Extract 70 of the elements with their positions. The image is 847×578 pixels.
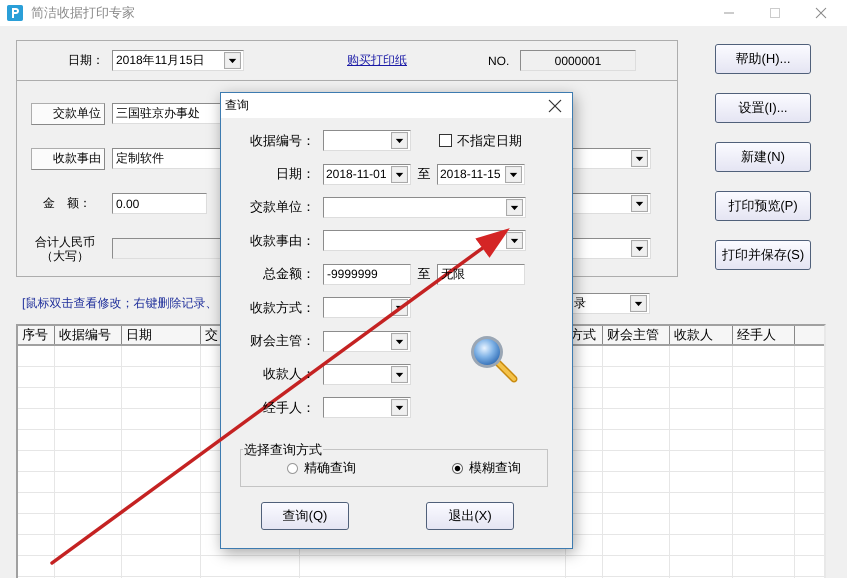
amount-label: 金 额：: [42, 195, 92, 212]
radio-button[interactable]: [287, 462, 298, 474]
field-label: 收款事由：: [249, 232, 316, 250]
column-header[interactable]: 财会主管: [603, 326, 670, 344]
app-logo-icon: [7, 5, 23, 21]
range-separator: 至: [416, 165, 432, 184]
dropdown[interactable]: [323, 397, 411, 418]
column-header[interactable]: 收款人: [670, 326, 733, 344]
date-dropdown[interactable]: 2018年11月15日: [112, 50, 244, 71]
column-header[interactable]: 序号: [18, 326, 55, 344]
caret-icon: [391, 132, 408, 150]
number-field: 0000001: [520, 50, 636, 71]
end-date-dropdown[interactable]: 2018-11-15: [437, 164, 525, 185]
caret-icon: [391, 366, 408, 383]
side-button[interactable]: 打印并保存(S): [715, 240, 811, 270]
field-label: 收据编号：: [249, 132, 316, 150]
column-header[interactable]: 收据编号: [55, 326, 122, 344]
side-button[interactable]: 帮助(H)...: [715, 44, 811, 74]
filter-dropdown[interactable]: 录: [570, 292, 650, 314]
column-header[interactable]: 日期: [122, 326, 201, 344]
amount-field[interactable]: 0.00: [112, 193, 207, 214]
caret-icon: [630, 294, 647, 312]
receipt-number-dropdown[interactable]: [323, 130, 411, 152]
field-label: 财会主管：: [249, 332, 316, 350]
min-amount-field[interactable]: -9999999: [323, 264, 411, 285]
hint-text: [鼠标双击查看修改；右键删除记录、: [22, 294, 218, 312]
dropdown[interactable]: [323, 364, 411, 385]
side-button[interactable]: 打印预览(P): [715, 191, 811, 221]
payer-dropdown[interactable]: [323, 196, 526, 218]
dialog-title: 查询: [225, 97, 249, 114]
payer-button[interactable]: 交款单位: [31, 102, 105, 124]
close-icon[interactable]: [548, 98, 562, 112]
radio-label: 模糊查询: [469, 459, 521, 478]
date-label: 日期：: [68, 52, 105, 69]
caret-icon: [224, 52, 241, 69]
side-button[interactable]: 设置(I)...: [715, 93, 811, 123]
field-label: 日期：: [275, 165, 316, 184]
max-amount-field[interactable]: 无限: [437, 264, 525, 285]
side-button[interactable]: 新建(N): [715, 142, 811, 172]
caret-icon: [505, 166, 522, 183]
caret-icon: [631, 240, 648, 257]
window-title: 简洁收据打印专家: [31, 4, 135, 22]
field-label: 交款单位：: [249, 198, 316, 216]
caret-icon: [631, 150, 648, 167]
dropdown[interactable]: [323, 330, 411, 352]
group-title: 选择查询方式: [243, 440, 323, 459]
no-date-checkbox[interactable]: 不指定日期: [411, 132, 526, 150]
caret-icon: [391, 399, 408, 416]
dropdown[interactable]: [323, 297, 411, 318]
range-separator: 至: [416, 265, 432, 284]
start-date-dropdown[interactable]: 2018-11-01: [323, 164, 411, 185]
buy-paper-link[interactable]: 购买打印纸: [347, 52, 407, 69]
total-label: 合计人民币 （大写）: [34, 234, 96, 262]
field-label: 收款方式：: [249, 298, 316, 317]
radio-button[interactable]: [452, 462, 463, 474]
dialog-button[interactable]: 查询(Q): [261, 502, 349, 530]
caret-icon: [506, 232, 523, 250]
caret-icon: [506, 198, 523, 216]
reason-dropdown[interactable]: [323, 230, 526, 252]
reason-button[interactable]: 收款事由: [31, 148, 105, 170]
field-label: 收款人：: [262, 365, 316, 384]
radio-label: 精确查询: [304, 459, 356, 478]
search-icon: [469, 334, 519, 384]
column-header[interactable]: 经手人: [733, 326, 795, 344]
dialog-button[interactable]: 退出(X): [426, 502, 514, 530]
caret-icon: [391, 166, 408, 183]
number-label: NO.: [488, 54, 510, 68]
caret-icon: [631, 195, 648, 212]
field-label: 总金额：: [262, 265, 316, 284]
caret-icon: [391, 332, 408, 350]
